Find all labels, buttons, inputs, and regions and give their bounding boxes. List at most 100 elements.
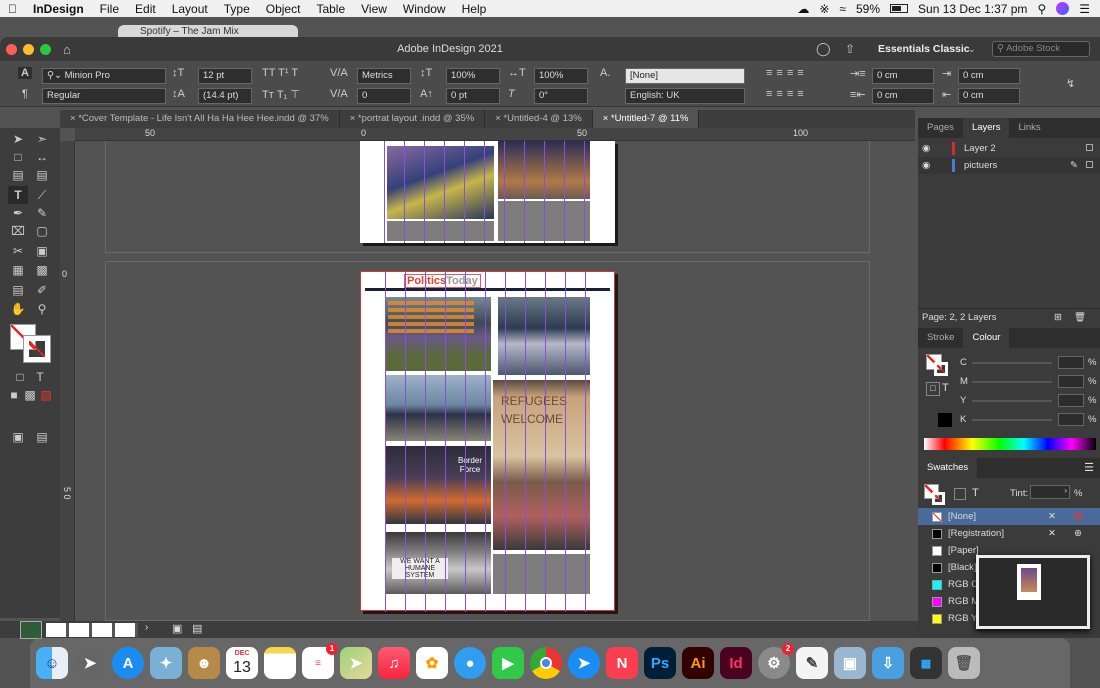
kerning-field[interactable]: Metrics (357, 68, 411, 84)
baseline-shift-field[interactable]: 0 pt (446, 88, 500, 104)
close-icon[interactable]: × (603, 113, 611, 124)
tab-swatches[interactable]: Swatches (918, 458, 978, 478)
trash-icon[interactable]: 🗑 (1074, 309, 1086, 326)
layer-select-box[interactable] (1086, 144, 1093, 151)
right-indent-field[interactable]: 0 cm (872, 88, 934, 104)
tab-layers[interactable]: Layers (962, 118, 1010, 138)
eye-icon[interactable]: ◉ (922, 140, 930, 157)
control-center-icon[interactable]: ☰ (1079, 2, 1090, 16)
swatch-row[interactable]: [None] ✕ ▧ (918, 508, 1100, 525)
free-transform-tool-icon[interactable]: ▣ (32, 242, 52, 260)
eyedropper-tool-icon[interactable]: ✐ (32, 281, 52, 299)
clock[interactable]: Sun 13 Dec 1:37 pm (918, 2, 1027, 16)
layer-row[interactable]: ◉ Layer 2 (918, 140, 1100, 157)
font-family-field[interactable]: ⚲⌄ Minion Pro (42, 68, 166, 84)
screenshot-thumbnail[interactable] (976, 555, 1090, 629)
swatches-fill-stroke[interactable] (924, 484, 948, 506)
cmyk-slider-y[interactable]: Y% (918, 392, 1100, 409)
slider-track[interactable] (972, 362, 1052, 364)
cmyk-slider-k[interactable]: K% (918, 411, 1100, 428)
character-style-field[interactable]: [None] (625, 68, 745, 84)
stroke-none-swatch[interactable] (932, 492, 945, 505)
align-left-icon[interactable]: ≡≡≡≡ (766, 67, 808, 79)
header-today[interactable]: Today (446, 275, 478, 287)
tab-stroke[interactable]: Stroke (918, 328, 963, 348)
page-thumbnail-swatch[interactable] (20, 621, 42, 639)
battery-icon[interactable] (890, 4, 909, 13)
photo-border-force[interactable]: Border Force (386, 446, 491, 524)
close-icon[interactable]: × (70, 113, 78, 124)
gradient-swatch-tool-icon[interactable]: ▦ (8, 261, 28, 279)
tab-cover-template[interactable]: × *Cover Template - Life Isn't All Ha Ha… (60, 110, 340, 128)
panel-menu-icon[interactable]: ☰ (1084, 458, 1100, 478)
formatting-container-icon[interactable]: □ (10, 368, 30, 386)
rectangle-tool-icon[interactable]: ▢ (32, 222, 52, 240)
chevron-down-icon[interactable]: ⌄ (968, 44, 976, 55)
share-icon[interactable]: ⇧ (845, 42, 855, 56)
photo-protest-sign[interactable]: WE WANT A HUMANE SYSTEM (386, 532, 491, 594)
preview-icon[interactable]: ✦ (150, 647, 182, 679)
photo-migrant-boat[interactable] (498, 297, 590, 375)
menu-file[interactable]: File (92, 2, 127, 16)
workspace-switcher[interactable]: Essentials Classic (878, 43, 970, 55)
pencil-tool-icon[interactable]: ✎ (32, 204, 52, 222)
font-size-field[interactable]: 12 pt (198, 68, 252, 84)
safari-icon[interactable]: ➤ (568, 647, 600, 679)
scissors-tool-icon[interactable]: ✂ (8, 242, 28, 260)
menu-edit[interactable]: Edit (127, 2, 164, 16)
preview-mode-icon[interactable]: ▤ (32, 428, 52, 446)
value-field[interactable] (1058, 413, 1084, 426)
wifi-icon[interactable]: ≈ (839, 2, 846, 16)
stroke-none-swatch[interactable] (24, 336, 50, 362)
music-icon[interactable]: ♫ (378, 647, 410, 679)
justify-icon[interactable]: ≡≡≡≡ (766, 88, 808, 100)
adobe-stock-search[interactable]: ⚲ Adobe Stock (992, 41, 1090, 57)
photo-dinghy-beach[interactable] (386, 297, 491, 371)
maps-icon[interactable]: ➤ (340, 647, 372, 679)
facetime-icon[interactable]: ▶ (492, 647, 524, 679)
content-collector-icon[interactable]: ▤ (8, 166, 28, 184)
hand-tool-icon[interactable]: ✋ (8, 300, 28, 318)
tab-untitled-4[interactable]: × *Untitled-4 @ 13% (485, 110, 593, 128)
first-line-indent-field[interactable]: 0 cm (958, 68, 1020, 84)
value-field[interactable] (1058, 356, 1084, 369)
gap-tool-icon[interactable]: ↔ (32, 148, 52, 166)
lightbulb-icon[interactable]: ◯ (816, 41, 831, 57)
photo-border-officers[interactable] (386, 375, 491, 441)
finder-icon[interactable]: ☺ (36, 647, 68, 679)
cmyk-slider-c[interactable]: C% (918, 354, 1100, 371)
colour-spectrum[interactable] (924, 438, 1096, 450)
slider-track[interactable] (972, 400, 1052, 402)
type-tool-icon[interactable]: T (8, 186, 28, 204)
rectangle-frame-tool-icon[interactable]: ⌧ (8, 222, 28, 240)
tracking-field[interactable]: 0 (357, 88, 411, 104)
left-indent-field[interactable]: 0 cm (872, 68, 934, 84)
pen-tool-icon[interactable]: ✒ (8, 204, 28, 222)
notes-icon[interactable] (264, 647, 296, 679)
launchpad-icon[interactable]: ➤ (74, 647, 106, 679)
menu-type[interactable]: Type (216, 2, 258, 16)
reminders-icon[interactable]: ≡ 1 (302, 643, 338, 679)
bluetooth-icon[interactable]: ※ (819, 2, 829, 16)
photoshop-icon[interactable]: Ps (644, 647, 676, 679)
tab-colour[interactable]: Colour (963, 328, 1010, 348)
last-line-indent-field[interactable]: 0 cm (958, 88, 1020, 104)
value-field[interactable] (1058, 375, 1084, 388)
apply-none-icon[interactable]: ▧ (36, 386, 56, 404)
character-mode-icon[interactable]: A (18, 67, 32, 79)
siri-icon[interactable] (1056, 2, 1070, 15)
menu-view[interactable]: View (353, 2, 395, 16)
menu-table[interactable]: Table (308, 2, 353, 16)
system-preferences-icon[interactable]: ⚙ 2 (758, 643, 794, 679)
formatting-container-icon[interactable] (954, 488, 966, 500)
close-icon[interactable]: × (350, 113, 358, 124)
zoom-tool-icon[interactable]: ⚲ (32, 300, 52, 318)
new-layer-icon[interactable]: ⊞ (1054, 309, 1062, 326)
tab-untitled-7[interactable]: × *Untitled-7 @ 11% (592, 110, 700, 128)
header-politics[interactable]: Politics (407, 275, 446, 287)
page-tool-icon[interactable]: □ (8, 148, 28, 166)
textedit-icon[interactable]: ✎ (796, 647, 828, 679)
horizontal-scale-field[interactable]: 100% (534, 68, 588, 84)
horizontal-ruler[interactable]: 50 0 50 100 (75, 128, 915, 141)
chevron-right-icon[interactable]: › (145, 622, 148, 633)
